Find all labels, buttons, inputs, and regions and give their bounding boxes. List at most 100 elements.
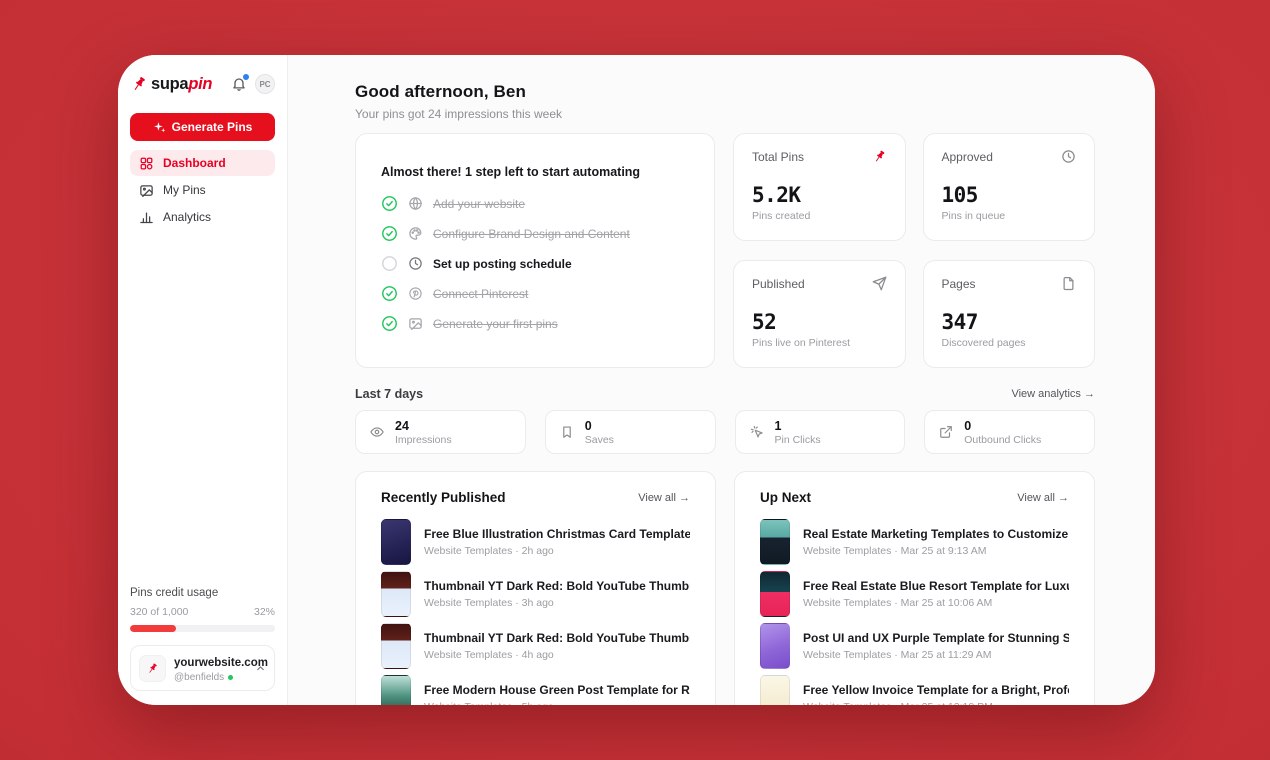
generate-pins-label: Generate Pins <box>171 120 253 134</box>
stat-value: 347 <box>941 310 979 334</box>
list-item[interactable]: Thumbnail YT Dark Red: Bold YouTube Thum… <box>381 571 690 617</box>
list-item[interactable]: Free Modern House Green Post Template fo… <box>381 675 690 705</box>
pin-meta: Website Templates · 2h ago <box>424 545 554 557</box>
clock-icon <box>408 256 423 271</box>
metric-label: Saves <box>584 433 614 446</box>
chevron-up-icon <box>255 663 266 674</box>
pin-title: Free Blue Illustration Christmas Card Te… <box>424 527 690 541</box>
onboarding-step-add-website[interactable]: Add your website <box>381 195 689 212</box>
view-all-link[interactable]: View all → <box>1017 492 1069 504</box>
pin-thumbnail <box>381 675 411 705</box>
external-link-icon <box>939 425 953 439</box>
nav-label: My Pins <box>163 183 206 197</box>
top-row: Almost there! 1 step left to start autom… <box>355 133 1095 368</box>
stat-caption: Pins created <box>752 210 811 222</box>
credits-progress-track <box>130 625 275 632</box>
stat-title: Pages <box>941 276 976 291</box>
app-logo[interactable]: supapin <box>130 75 212 94</box>
stat-value: 105 <box>941 183 979 207</box>
notifications-bell-icon[interactable] <box>231 74 249 92</box>
pin-thumbnail <box>760 675 790 705</box>
sparkles-icon <box>153 121 166 134</box>
metric-value: 1 <box>774 418 782 433</box>
pin-meta: Website Templates · 3h ago <box>424 597 554 609</box>
credits-progress-fill <box>130 625 177 632</box>
pin-meta: Website Templates · Mar 25 at 12:18 PM <box>803 701 1069 705</box>
stat-value: 52 <box>752 310 777 334</box>
credits-title: Pins credit usage <box>130 587 219 599</box>
onboarding-step-connect-pinterest[interactable]: Connect Pinterest <box>381 285 689 302</box>
list-item[interactable]: Thumbnail YT Dark Red: Bold YouTube Thum… <box>381 623 690 669</box>
onboarding-step-configure-brand[interactable]: Configure Brand Design and Content <box>381 225 689 242</box>
palette-icon <box>408 226 423 241</box>
list-item[interactable]: Free Yellow Invoice Template for a Brigh… <box>760 675 1069 705</box>
metric-card-outbound-clicks: 0 Outbound Clicks <box>924 410 1095 454</box>
account-handle-row: @benfields <box>174 672 247 683</box>
pin-thumbnail <box>381 519 411 565</box>
pin-thumbnail <box>381 623 411 669</box>
list-item[interactable]: Free Real Estate Blue Resort Template fo… <box>760 571 1069 617</box>
pin-thumbnail <box>760 623 790 669</box>
onboarding-step-posting-schedule[interactable]: Set up posting schedule <box>381 255 689 272</box>
onboarding-step-generate-first-pins[interactable]: Generate your first pins <box>381 315 689 332</box>
onboarding-steps: Add your website Configure Brand Design … <box>381 195 689 332</box>
account-website: yourwebsite.com <box>174 657 268 669</box>
stat-title: Approved <box>941 149 993 164</box>
check-circle-icon <box>381 195 398 212</box>
up-next-card: Up Next View all → Real Estate Marketing… <box>734 471 1095 705</box>
generate-pins-button[interactable]: Generate Pins <box>130 113 275 141</box>
list-item[interactable]: Real Estate Marketing Templates to Custo… <box>760 519 1069 565</box>
send-icon <box>872 276 887 291</box>
pin-meta: Website Templates · Mar 25 at 10:06 AM <box>803 597 993 609</box>
pin-title: Free Modern House Green Post Template fo… <box>424 683 690 697</box>
sidebar-item-dashboard[interactable]: Dashboard <box>130 150 275 176</box>
stat-caption: Pins in queue <box>941 210 1006 222</box>
page-title: Good afternoon, Ben <box>355 82 526 101</box>
nav-label: Analytics <box>163 210 212 224</box>
credits-row: 320 of 1,000 32% <box>130 606 275 618</box>
pushpin-icon <box>872 149 887 164</box>
user-avatar[interactable]: PC <box>255 74 275 94</box>
stat-caption: Pins live on Pinterest <box>752 337 851 349</box>
credits-percent: 32% <box>253 606 275 618</box>
pushpin-logo-icon <box>130 75 148 93</box>
list-item[interactable]: Post UI and UX Purple Template for Stunn… <box>760 623 1069 669</box>
stat-caption: Discovered pages <box>941 337 1026 349</box>
notification-dot <box>243 74 249 80</box>
metric-value: 0 <box>964 418 972 433</box>
metric-value: 0 <box>584 418 592 433</box>
step-label: Generate your first pins <box>433 316 558 331</box>
stat-card-total-pins: Total Pins 5.2K Pins created <box>733 133 906 241</box>
metric-value: 24 <box>395 418 409 433</box>
onboarding-card: Almost there! 1 step left to start autom… <box>355 133 715 368</box>
pin-thumbnail <box>760 519 790 565</box>
dashboard-grid-icon <box>139 156 154 171</box>
pin-title: Post UI and UX Purple Template for Stunn… <box>803 631 1069 645</box>
list-title: Recently Published <box>381 490 506 505</box>
account-selector[interactable]: yourwebsite.com @benfields <box>130 645 275 691</box>
step-label: Configure Brand Design and Content <box>433 226 630 241</box>
metric-label: Outbound Clicks <box>964 433 1042 446</box>
pin-title: Thumbnail YT Dark Red: Bold YouTube Thum… <box>424 579 690 593</box>
eye-icon <box>370 425 384 439</box>
pin-meta: Website Templates · 4h ago <box>424 649 554 661</box>
metric-card-saves: 0 Saves <box>544 410 716 454</box>
onboarding-title: Almost there! 1 step left to start autom… <box>381 165 641 179</box>
metric-card-pin-clicks: 1 Pin Clicks <box>734 410 906 454</box>
sidebar-footer: Pins credit usage 320 of 1,000 32% yourw… <box>130 587 275 691</box>
list-item[interactable]: Free Blue Illustration Christmas Card Te… <box>381 519 690 565</box>
view-all-link[interactable]: View all → <box>638 492 690 504</box>
pinterest-icon <box>408 286 423 301</box>
check-circle-icon <box>381 225 398 242</box>
nav-label: Dashboard <box>163 156 226 170</box>
logo-text: supapin <box>151 74 213 93</box>
stat-title: Total Pins <box>752 149 805 164</box>
cursor-click-icon <box>750 425 764 439</box>
sidebar-item-analytics[interactable]: Analytics <box>130 204 275 230</box>
sidebar-item-my-pins[interactable]: My Pins <box>130 177 275 203</box>
view-analytics-link[interactable]: View analytics → <box>1011 388 1095 400</box>
clock-icon <box>1061 149 1076 164</box>
stat-value: 5.2K <box>752 183 801 207</box>
main-content: Good afternoon, Ben Your pins got 24 imp… <box>288 55 1155 705</box>
metric-label: Impressions <box>395 433 452 446</box>
